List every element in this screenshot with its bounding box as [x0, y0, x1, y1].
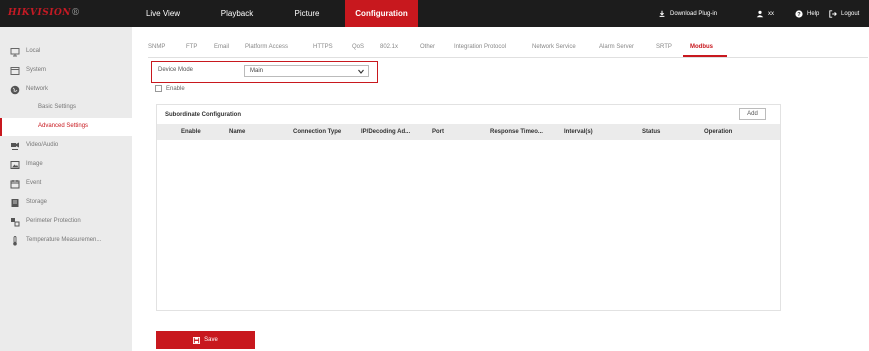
sidebar-item-label: Basic Settings [38, 104, 77, 110]
sidebar-item-basic-settings[interactable]: Basic Settings [0, 99, 132, 117]
sidebar-item-label: Image [26, 161, 43, 167]
sidebar-item-label: Temperature Measuremen... [26, 237, 102, 243]
sidebar-item-label: Perimeter Protection [26, 218, 81, 224]
user-icon [756, 10, 764, 17]
column-header-enable[interactable]: Enable [181, 129, 201, 135]
column-header-name[interactable]: Name [229, 129, 245, 135]
column-header-response-timeout[interactable]: Response Timeo... [490, 129, 543, 135]
download-plugin-link[interactable]: Download Plug-in [658, 0, 717, 27]
nav-configuration[interactable]: Configuration [345, 0, 418, 27]
column-header-connection-type[interactable]: Connection Type [293, 129, 341, 135]
tab-email[interactable]: Email [214, 44, 229, 50]
tab-integration-protocol[interactable]: Integration Protocol [454, 44, 506, 50]
tab-qos[interactable]: QoS [352, 44, 364, 50]
sidebar-item-event[interactable]: Event [0, 175, 132, 193]
calendar-icon [10, 180, 20, 189]
sidebar-item-label: Local [26, 48, 41, 54]
sidebar-item-storage[interactable]: Storage [0, 194, 132, 212]
help-link[interactable]: ? Help [795, 0, 819, 27]
table-header [157, 124, 780, 140]
system-icon [10, 67, 20, 75]
column-header-status[interactable]: Status [642, 129, 660, 135]
tab-alarm-server[interactable]: Alarm Server [599, 44, 634, 50]
sidebar-item-perimeter-protection[interactable]: Perimeter Protection [0, 213, 132, 231]
nav-playback[interactable]: Playback [210, 0, 264, 27]
enable-label: Enable [166, 85, 185, 92]
sidebar-item-system[interactable]: System [0, 62, 132, 80]
save-button[interactable]: Save [156, 331, 255, 349]
download-plugin-label: Download Plug-in [670, 10, 718, 17]
column-header-port[interactable]: Port [432, 129, 444, 135]
logout-label: Logout [841, 10, 860, 17]
save-icon [193, 336, 201, 344]
sidebar-item-local[interactable]: Local [0, 43, 132, 61]
chevron-down-icon [358, 69, 364, 74]
sidebar-item-advanced-settings[interactable]: Advanced Settings [0, 118, 132, 136]
tab-network-service[interactable]: Network Service [532, 44, 576, 50]
tab-ftp[interactable]: FTP [186, 44, 197, 50]
tab-modbus[interactable]: Modbus [690, 44, 713, 50]
nav-live-view[interactable]: Live View [136, 0, 190, 27]
tab-802-1x[interactable]: 802.1x [380, 44, 398, 50]
top-bar: HIKVISION® Live View Playback Picture Co… [0, 0, 869, 27]
monitor-icon [10, 48, 20, 57]
tab-divider [148, 57, 868, 58]
perimeter-icon [11, 218, 20, 227]
column-header-interval[interactable]: Interval(s) [564, 129, 593, 135]
column-header-operation[interactable]: Operation [704, 129, 732, 135]
sidebar-item-video-audio[interactable]: Video/Audio [0, 137, 132, 155]
tab-snmp[interactable]: SNMP [148, 44, 165, 50]
sidebar-item-label: Storage [26, 199, 48, 205]
sidebar-item-label: System [26, 67, 47, 73]
thermometer-icon [13, 236, 17, 246]
sidebar-item-network[interactable]: Network [0, 81, 132, 99]
add-button[interactable]: Add [739, 108, 766, 120]
logout-link[interactable]: Logout [829, 0, 859, 27]
tab-https[interactable]: HTTPS [313, 44, 333, 50]
device-mode-value: Main [250, 68, 264, 74]
sidebar-item-label: Event [26, 180, 42, 186]
image-icon [10, 161, 20, 169]
sidebar-item-temperature-measurement[interactable]: Temperature Measuremen... [0, 232, 132, 250]
device-mode-label: Device Mode [158, 67, 194, 73]
tab-srtp[interactable]: SRTP [656, 44, 672, 50]
logout-icon [829, 9, 837, 18]
tab-other[interactable]: Other [420, 44, 435, 50]
device-mode-select[interactable]: Main [244, 65, 369, 77]
brand-logo: HIKVISION® [8, 8, 81, 18]
user-name: xx [768, 10, 774, 17]
sidebar-item-label: Video/Audio [26, 142, 59, 148]
sidebar-item-image[interactable]: Image [0, 156, 132, 174]
download-icon [659, 10, 665, 17]
help-icon: ? [795, 9, 803, 18]
nav-picture[interactable]: Picture [282, 0, 332, 27]
tab-platform-access[interactable]: Platform Access [245, 44, 288, 50]
save-label: Save [204, 337, 218, 343]
column-header-ip-decoding-address[interactable]: IP/Decoding Ad... [361, 129, 410, 135]
video-audio-icon [11, 142, 19, 150]
subordinate-config-title: Subordinate Configuration [165, 112, 241, 118]
storage-icon [11, 199, 19, 207]
svg-text:?: ? [797, 12, 801, 18]
enable-checkbox[interactable] [155, 85, 162, 92]
user-menu[interactable]: xx [756, 0, 774, 27]
enable-row: Enable [155, 84, 185, 93]
help-label: Help [807, 10, 820, 17]
sidebar-item-label: Advanced Settings [38, 123, 89, 129]
globe-icon [10, 85, 20, 95]
sidebar-item-label: Network [26, 86, 49, 92]
